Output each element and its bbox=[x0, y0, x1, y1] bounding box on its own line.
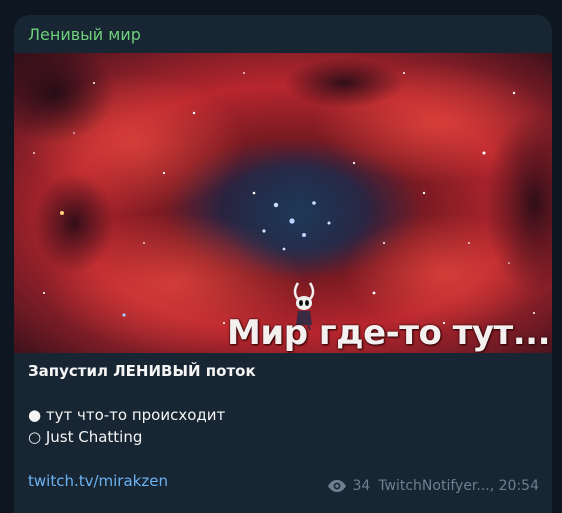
bullet-item: ○ Just Chatting bbox=[28, 428, 143, 446]
message-meta: 34 TwitchNotifyer..., 20:54 bbox=[327, 478, 539, 494]
channel-name[interactable]: Ленивый мир bbox=[28, 25, 141, 44]
eye-icon bbox=[328, 480, 347, 492]
message-text: Запустил ЛЕНИВЫЙ поток ● тут что-то прои… bbox=[28, 360, 538, 448]
author-time: TwitchNotifyer..., 20:54 bbox=[378, 478, 539, 494]
message-photo[interactable]: Мир где-то тут... bbox=[14, 53, 552, 353]
message-bubble: Ленивый мир Мир где-то тут... Запустил Л… bbox=[14, 15, 552, 513]
bullet-item: ● тут что-то происходит bbox=[28, 406, 226, 424]
stream-link[interactable]: twitch.tv/mirakzen bbox=[28, 472, 168, 490]
photo-caption: Мир где-то тут... bbox=[227, 313, 550, 353]
views-count: 34 bbox=[352, 478, 371, 494]
message-headline: Запустил ЛЕНИВЫЙ поток bbox=[28, 362, 256, 380]
nebula-image bbox=[14, 53, 552, 353]
